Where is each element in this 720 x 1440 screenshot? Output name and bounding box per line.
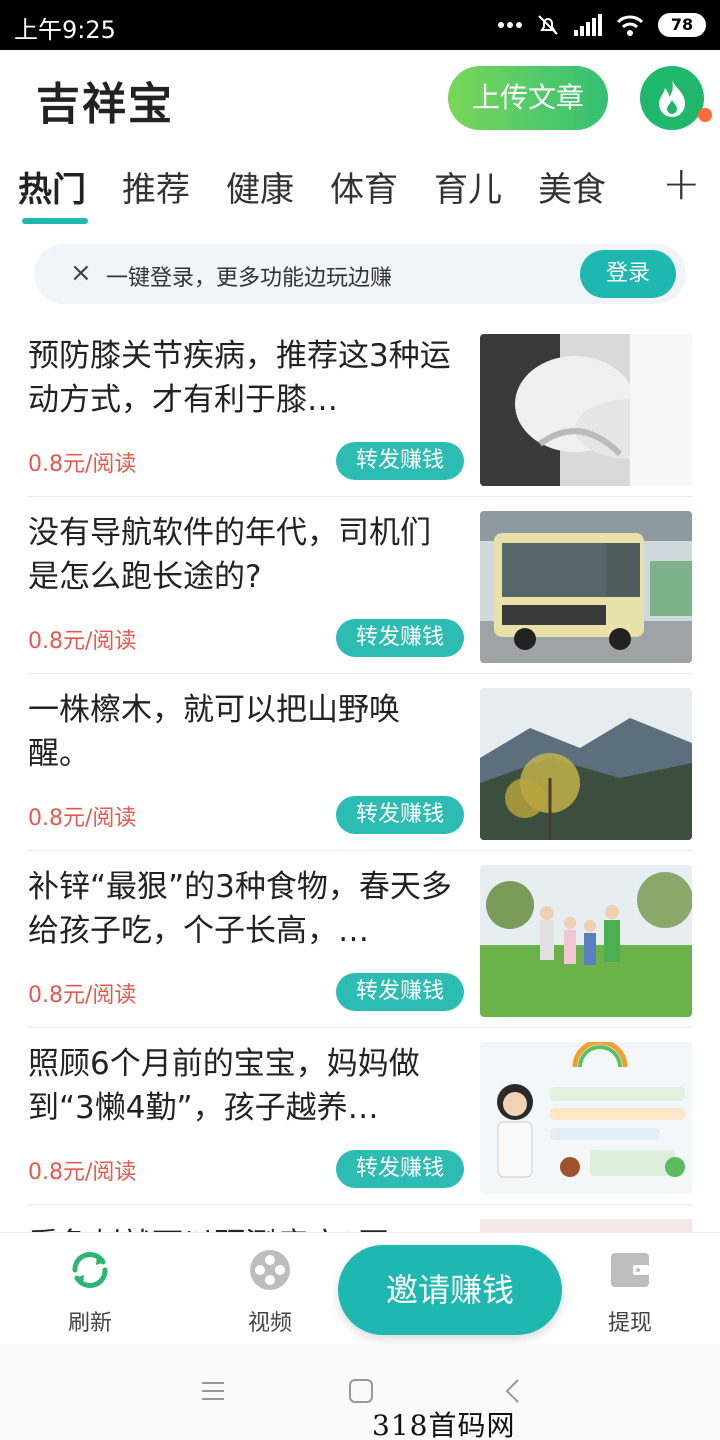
login-banner: × 一键登录，更多功能边玩边赚 登录 [34, 244, 686, 304]
article-reward: 0.8元/阅读 [28, 806, 137, 831]
article-list: 预防膝关节疾病，推荐这3种运动方式，才有利于膝… 0.8元/阅读 转发赚钱 没有… [0, 320, 720, 1205]
add-tab-button[interactable]: + [662, 156, 701, 210]
wifi-icon [616, 15, 644, 36]
article-item[interactable]: 没有导航软件的年代，司机们是怎么跑长途的? 0.8元/阅读 转发赚钱 [0, 497, 720, 674]
login-button[interactable]: 登录 [580, 250, 676, 298]
login-prompt-text: 一键登录，更多功能边玩边赚 [106, 266, 393, 291]
hot-fire-button[interactable] [640, 66, 704, 130]
mountain-tree-photo[interactable] [480, 688, 692, 840]
menu-icon[interactable] [198, 1376, 228, 1406]
app-title: 吉祥宝 [36, 79, 174, 130]
article-title[interactable]: 一株檫木，就可以把山野唤醒。 [28, 688, 456, 776]
article-title[interactable]: 预防膝关节疾病，推荐这3种运动方式，才有利于膝… [28, 334, 456, 422]
close-icon[interactable]: × [70, 258, 92, 288]
share-earn-button[interactable]: 转发赚钱 [336, 442, 464, 480]
battery-icon: 78 [658, 13, 706, 37]
article-title[interactable]: 补锌“最狠”的3种食物，春天多给孩子吃，个子长高，… [28, 865, 456, 953]
children-field-photo[interactable] [480, 865, 692, 1017]
home-square-icon[interactable] [346, 1376, 376, 1406]
signal-icon [574, 14, 602, 36]
status-bar: 上午9:25 78 [0, 0, 720, 50]
article-reward: 0.8元/阅读 [28, 1160, 137, 1185]
article-reward: 0.8元/阅读 [28, 629, 137, 654]
mute-bell-icon [538, 15, 558, 35]
article-reward: 0.8元/阅读 [28, 452, 137, 477]
tab-health[interactable]: 健康 [226, 162, 294, 211]
article-item[interactable]: 照顾6个月前的宝宝，妈妈做到“3懒4勤”，孩子越养… 0.8元/阅读 转发赚钱 [0, 1028, 720, 1205]
article-thumbnail[interactable] [480, 1219, 692, 1233]
bottom-navigation: 刷新 视频 邀请赚钱 提现 [0, 1232, 720, 1344]
share-earn-button[interactable]: 转发赚钱 [336, 973, 464, 1011]
nav-video[interactable]: 视频 [225, 1247, 315, 1337]
tab-parenting[interactable]: 育儿 [434, 162, 502, 211]
notification-dot [698, 108, 712, 122]
article-title[interactable]: 没有导航软件的年代，司机们是怎么跑长途的? [28, 511, 456, 599]
status-time: 上午9:25 [14, 16, 116, 44]
share-earn-button[interactable]: 转发赚钱 [336, 619, 464, 657]
article-item[interactable]: 预防膝关节疾病，推荐这3种运动方式，才有利于膝… 0.8元/阅读 转发赚钱 [0, 320, 720, 497]
tab-sports[interactable]: 体育 [330, 162, 398, 211]
site-watermark: 318首码网 www.e318.com [372, 1409, 516, 1440]
wallet-icon [611, 1253, 649, 1287]
back-chevron-icon[interactable] [498, 1376, 528, 1406]
refresh-icon [72, 1251, 108, 1289]
article-item-partial[interactable]: 看鱼刺就可以预测癌症3医 [0, 1205, 720, 1233]
knee-massage-photo[interactable] [480, 334, 692, 486]
article-title[interactable]: 照顾6个月前的宝宝，妈妈做到“3懒4勤”，孩子越养… [28, 1042, 456, 1130]
invite-earn-button[interactable]: 邀请赚钱 [338, 1245, 562, 1335]
nav-refresh[interactable]: 刷新 [45, 1247, 135, 1337]
active-tab-indicator [22, 218, 88, 224]
film-reel-icon [250, 1250, 290, 1290]
upload-article-button[interactable]: 上传文章 [448, 66, 608, 130]
nav-withdraw-label: 提现 [607, 1311, 652, 1336]
tab-food[interactable]: 美食 [538, 162, 606, 211]
share-earn-button[interactable]: 转发赚钱 [336, 1150, 464, 1188]
article-item[interactable]: 一株檫木，就可以把山野唤醒。 0.8元/阅读 转发赚钱 [0, 674, 720, 851]
nav-refresh-label: 刷新 [67, 1311, 112, 1336]
nav-video-label: 视频 [247, 1311, 292, 1336]
app-header: 吉祥宝 上传文章 [0, 50, 720, 150]
bus-photo[interactable] [480, 511, 692, 663]
status-icons: 78 [498, 12, 706, 38]
category-tabs: 热门 推荐 健康 体育 育儿 美食 + [0, 150, 720, 230]
article-title[interactable]: 看鱼刺就可以预测癌症3医 [28, 1219, 389, 1233]
share-earn-button[interactable]: 转发赚钱 [336, 796, 464, 834]
article-item[interactable]: 补锌“最狠”的3种食物，春天多给孩子吃，个子长高，… 0.8元/阅读 转发赚钱 [0, 851, 720, 1028]
flame-icon [659, 80, 685, 117]
nav-withdraw[interactable]: 提现 [585, 1247, 675, 1337]
article-reward: 0.8元/阅读 [28, 983, 137, 1008]
more-dots-icon [498, 22, 522, 28]
parenting-poster[interactable] [480, 1042, 692, 1194]
tab-hot[interactable]: 热门 [18, 162, 86, 211]
tab-recommend[interactable]: 推荐 [122, 162, 190, 211]
